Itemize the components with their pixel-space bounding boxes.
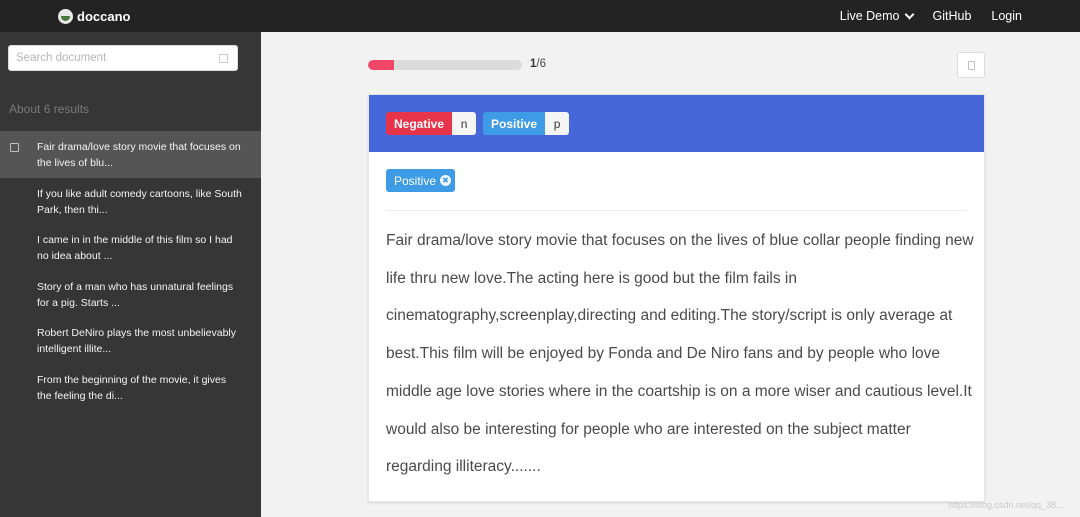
document-list-item[interactable]: Robert DeNiro plays the most unbelievabl… [0, 317, 261, 364]
nav-github[interactable]: GitHub [933, 9, 972, 23]
annotation-card: Negative n Positive p Positive ✖ Fair dr… [368, 94, 985, 502]
progress-bar [368, 60, 522, 70]
top-navbar: doccano Live Demo GitHub Login [0, 0, 1080, 32]
sidebar: About 6 results Fair drama/love story mo… [0, 32, 261, 517]
annotation-tag-label: Positive [394, 173, 437, 188]
nav-login[interactable]: Login [991, 9, 1022, 23]
document-list-item[interactable]: If you like adult comedy cartoons, like … [0, 178, 261, 225]
watermark: https://blog.csdn.net/qq_38... [948, 500, 1064, 510]
progress-fill [368, 60, 394, 70]
search-icon[interactable] [219, 54, 228, 63]
nav-login-label: Login [991, 9, 1022, 23]
document-text: Fair drama/love story movie that focuses… [386, 232, 974, 476]
document-checkbox-icon [10, 143, 19, 152]
progress-counter: 1/6 [530, 58, 546, 70]
document-preview: Story of a man who has unnatural feeling… [37, 280, 234, 309]
annotation-tag: Positive ✖ [386, 169, 456, 192]
label-negative-shortcut: n [452, 112, 477, 135]
results-count: About 6 results [9, 102, 90, 116]
document-list-item[interactable]: I came in in the middle of this film so … [0, 224, 261, 271]
search-box [8, 45, 238, 71]
label-positive-name: Positive [483, 112, 546, 135]
label-positive-shortcut: p [545, 112, 570, 135]
nav-live-demo-label: Live Demo [839, 9, 900, 23]
nav-github-label: GitHub [932, 9, 972, 23]
search-input[interactable] [9, 46, 214, 70]
label-bar: Negative n Positive p [369, 95, 984, 152]
progress-total: /6 [536, 58, 546, 70]
nav-links: Live Demo GitHub Login [840, 0, 1022, 32]
document-list-item[interactable]: Fair drama/love story movie that focuses… [0, 131, 261, 178]
document-list-item[interactable]: Story of a man who has unnatural feeling… [0, 271, 261, 318]
document-list-item[interactable]: From the beginning of the movie, it give… [0, 364, 261, 411]
metadata-button[interactable] [957, 52, 985, 78]
chevron-down-icon [904, 9, 914, 19]
document-preview: Robert DeNiro plays the most unbelievabl… [37, 327, 237, 355]
document-preview: From the beginning of the movie, it give… [37, 373, 227, 402]
brand[interactable]: doccano [58, 6, 130, 26]
document-preview: If you like adult comedy cartoons, like … [37, 187, 242, 216]
document-preview: I came in in the middle of this film so … [37, 234, 233, 262]
nav-live-demo[interactable]: Live Demo [839, 9, 914, 23]
document-list: Fair drama/love story movie that focuses… [0, 131, 261, 410]
label-negative-name: Negative [386, 112, 453, 135]
brand-name: doccano [77, 8, 131, 24]
doccano-logo-icon [58, 8, 73, 24]
document-icon [968, 61, 975, 70]
label-positive-button[interactable]: Positive p [483, 112, 570, 135]
close-icon[interactable]: ✖ [440, 175, 452, 186]
label-negative-button[interactable]: Negative n [386, 112, 477, 135]
document-preview: Fair drama/love story movie that focuses… [37, 141, 241, 169]
divider [386, 210, 967, 211]
